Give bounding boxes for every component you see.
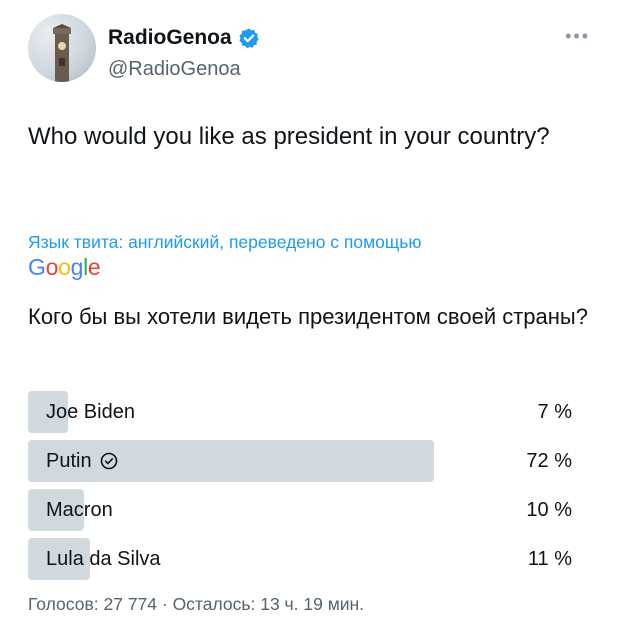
avatar[interactable] [28, 14, 96, 82]
name-row: RadioGenoa [108, 26, 260, 50]
poll-option-text: Joe Biden [46, 401, 135, 423]
tower-icon [53, 24, 71, 82]
poll-option: Lula da Silva 11 % [28, 538, 588, 580]
poll: Joe Biden 7 % Putin 72 % Macron 10 % Lula da S… [28, 391, 588, 587]
poll-option-label: Putin [46, 440, 118, 482]
poll-option: Putin 72 % [28, 440, 588, 482]
poll-option-percent: 72 % [526, 450, 572, 472]
poll-option: Joe Biden 7 % [28, 391, 588, 433]
google-logo: Google [28, 254, 101, 280]
poll-option-percent: 7 % [537, 401, 572, 423]
poll-option-percent: 10 % [526, 499, 572, 521]
poll-option: Macron 10 % [28, 489, 588, 531]
poll-option-text: Lula da Silva [46, 548, 161, 570]
translated-text: Кого бы вы хотели видеть президентом сво… [28, 304, 588, 329]
translation-note[interactable]: Язык твита: английский, переведено с пом… [28, 232, 598, 253]
tweet-header: RadioGenoa @RadioGenoa ••• [28, 14, 596, 94]
poll-option-text: Putin [46, 450, 92, 472]
verified-badge-icon [239, 28, 259, 49]
poll-option-percent: 11 % [527, 548, 572, 570]
display-name[interactable]: RadioGenoa [108, 26, 232, 50]
check-circle-icon [100, 452, 117, 470]
user-handle[interactable]: @RadioGenoa [108, 58, 241, 81]
poll-footer: Голосов: 27 774 · Осталось: 13 ч. 19 мин… [28, 594, 365, 614]
poll-option-text: Macron [46, 499, 113, 521]
tweet-text: Who would you like as president in your … [28, 123, 550, 150]
poll-option-label: Lula da Silva [46, 538, 161, 580]
poll-option-label: Macron [46, 489, 113, 531]
poll-option-label: Joe Biden [46, 391, 135, 433]
more-options-icon[interactable]: ••• [565, 26, 590, 47]
